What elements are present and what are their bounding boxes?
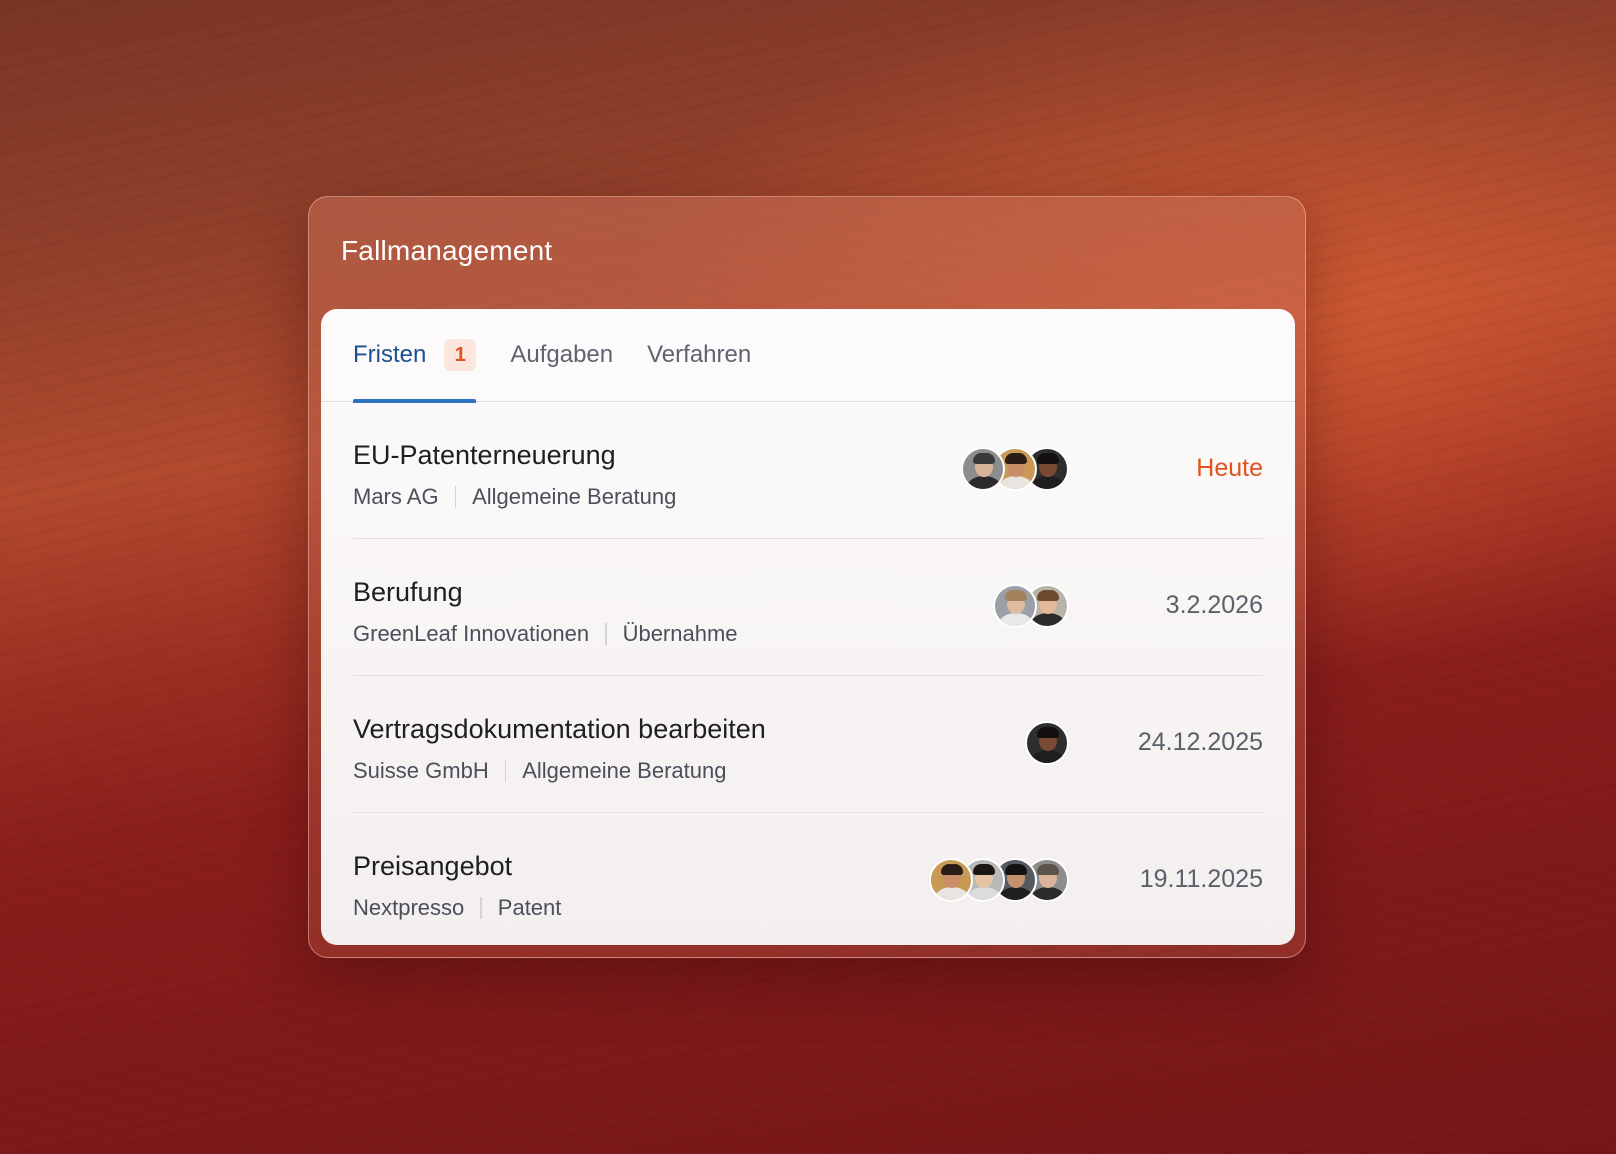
list-item[interactable]: Berufung GreenLeaf Innovationen Übernahm… [353,539,1263,676]
item-title: EU-Patenterneuerung [353,440,616,470]
item-meta: Suisse GmbH Allgemeine Beratung [353,758,726,784]
count-badge: 1 [444,339,477,371]
divider [504,760,507,782]
category-name: Allgemeine Beratung [522,758,727,783]
tab-bar: Fristen 1 Aufgaben Verfahren [321,309,1295,403]
list-item[interactable]: Preisangebot Nextpresso Patent 19.11.202… [353,813,1263,945]
item-title: Preisangebot [353,851,513,881]
due-date: Heute [1196,454,1263,482]
item-title: Berufung [353,577,463,607]
category-name: Patent [497,895,562,920]
category-name: Allgemeine Beratung [472,484,677,509]
tab-label: Fristen [353,341,427,368]
client-name: Suisse GmbH [353,758,489,783]
assignee-avatars [993,584,1069,628]
page-title: Fallmanagement [341,235,553,266]
divider [454,486,457,508]
assignee-avatars [1025,721,1069,765]
list-item[interactable]: EU-Patenterneuerung Mars AG Allgemeine B… [353,402,1263,539]
item-meta: Mars AG Allgemeine Beratung [353,484,676,510]
client-name: GreenLeaf Innovationen [353,621,590,646]
due-date: 19.11.2025 [1139,865,1263,893]
item-meta: GreenLeaf Innovationen Übernahme [353,621,738,647]
tab-verfahren[interactable]: Verfahren [647,309,751,401]
assignee-avatars [929,858,1069,902]
avatar [961,447,1005,491]
tab-aufgaben[interactable]: Aufgaben [510,309,613,401]
category-name: Übernahme [622,621,738,646]
tab-fristen[interactable]: Fristen 1 [353,309,477,403]
list-item[interactable]: Vertragsdokumentation bearbeiten Suisse … [353,676,1263,813]
avatar [993,584,1037,628]
item-meta: Nextpresso Patent [353,895,561,921]
client-name: Mars AG [353,484,439,509]
due-date: 3.2.2026 [1165,591,1263,619]
tab-label: Aufgaben [510,341,614,368]
assignee-avatars [961,447,1069,491]
case-management-panel: Fallmanagement Fristen 1 Aufgaben Verfah… [308,196,1306,958]
divider [605,623,607,645]
due-date: 24.12.2025 [1137,728,1263,756]
case-card: Fristen 1 Aufgaben Verfahren EU-Patenter… [321,309,1295,945]
avatar [1025,721,1069,765]
divider [480,897,482,919]
deadline-list: EU-Patenterneuerung Mars AG Allgemeine B… [321,402,1295,945]
client-name: Nextpresso [353,895,465,920]
item-title: Vertragsdokumentation bearbeiten [353,714,766,744]
tab-label: Verfahren [647,341,752,368]
avatar [929,858,973,902]
